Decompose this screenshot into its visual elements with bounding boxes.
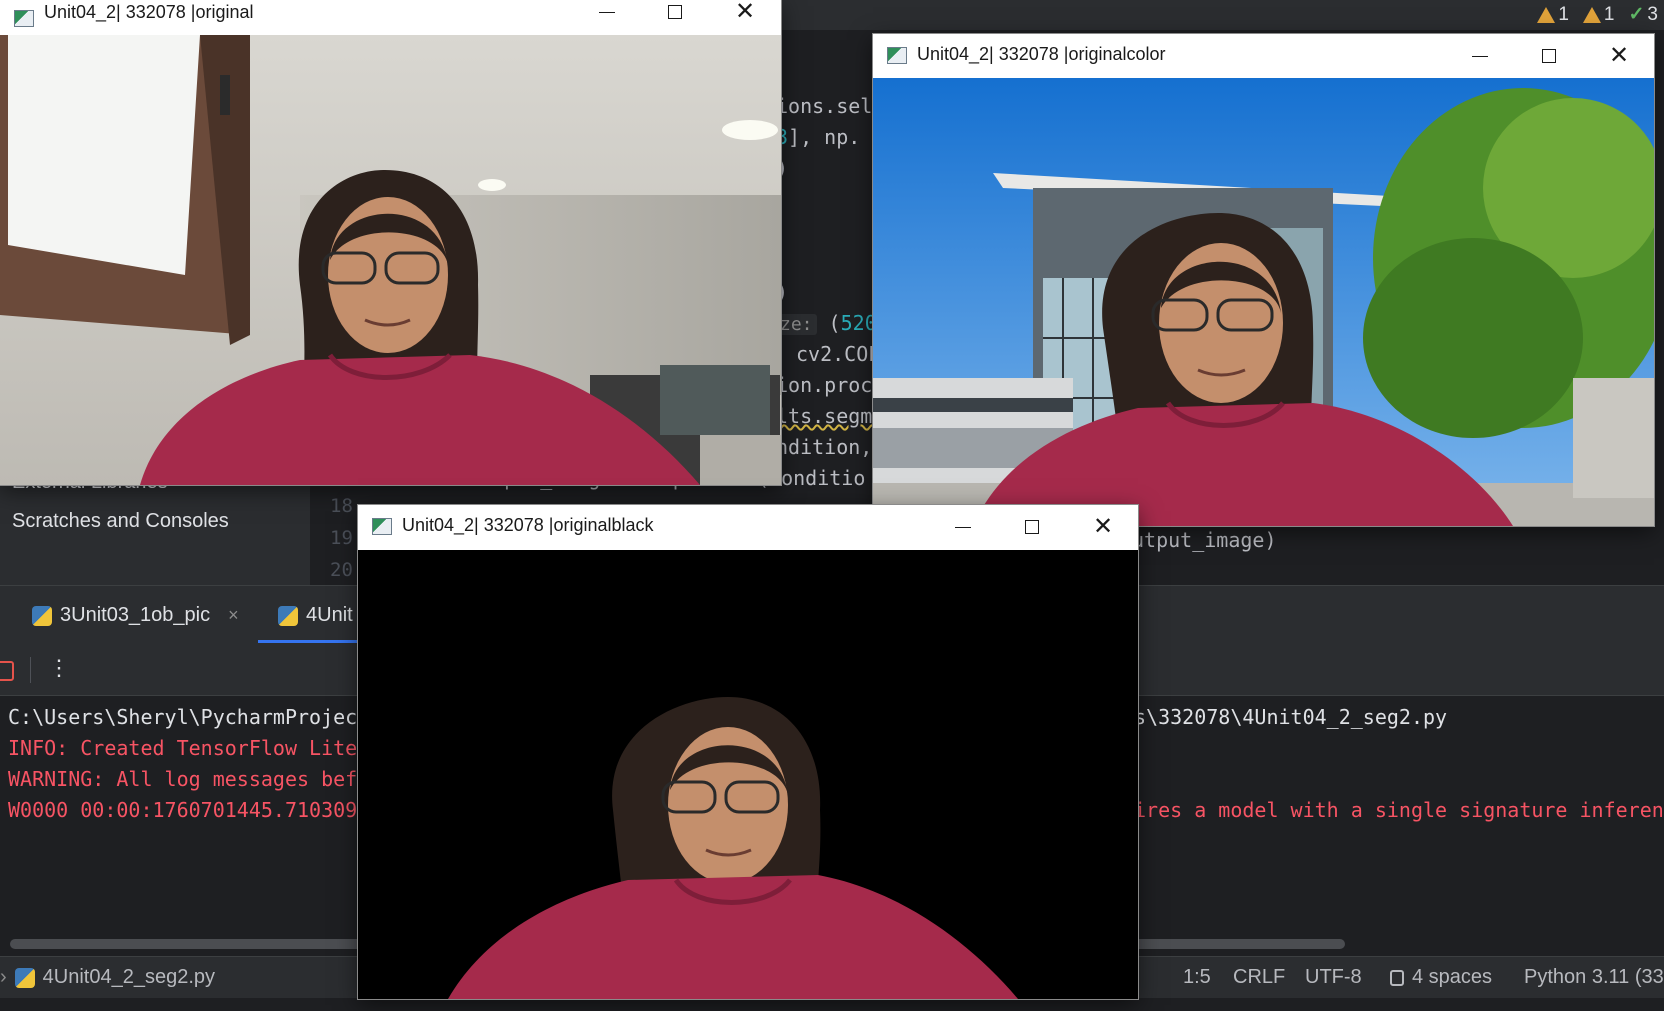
code-line: utput_image) [1132, 528, 1277, 552]
inspection-widget[interactable]: 1 1 ✓ 3 [1537, 3, 1658, 26]
segmented-image-black-background [358, 550, 1138, 999]
lock-icon [1390, 969, 1404, 986]
minimize-button[interactable] [1465, 41, 1495, 71]
minimize-icon [599, 11, 615, 13]
maximize-icon [1025, 520, 1039, 534]
more-icon[interactable]: ⋮ [48, 655, 70, 681]
code-line: ions.sel [776, 94, 873, 118]
close-icon[interactable]: × [228, 605, 239, 626]
maximize-icon [668, 5, 682, 19]
status-encoding[interactable]: UTF-8 [1305, 966, 1362, 989]
title-bar[interactable]: Unit04_2| 332078 |originalblack ✕ [358, 505, 1138, 550]
window-app-icon [14, 10, 34, 27]
window-originalblack[interactable]: Unit04_2| 332078 |originalblack ✕ [358, 505, 1138, 999]
close-button[interactable]: ✕ [730, 0, 760, 27]
window-originalcolor[interactable]: Unit04_2| 332078 |originalcolor ✕ [873, 34, 1654, 526]
minimize-icon [1472, 55, 1488, 57]
console-line: C:\Users\Sheryl\PycharmProjec [8, 705, 358, 729]
bottom-edge [0, 998, 1664, 1011]
composited-image-color-background [873, 78, 1654, 526]
line-number: 19 [330, 527, 353, 549]
warning-icon [1582, 6, 1601, 23]
title-bar[interactable]: Unit04_2| 332078 |original ✕ [0, 0, 781, 35]
console-line: W0000 00:00:1760701445.710309 [8, 798, 358, 822]
status-interpreter[interactable]: Python 3.11 (33 [1524, 966, 1664, 989]
close-icon: ✕ [734, 0, 756, 25]
status-indent[interactable]: 4 spaces [1390, 966, 1492, 989]
python-file-icon [32, 605, 52, 626]
minimize-button[interactable] [948, 512, 978, 542]
python-file-icon [278, 605, 298, 626]
stop-icon[interactable] [0, 661, 14, 681]
line-number: 18 [330, 495, 353, 517]
minimize-icon [955, 526, 971, 528]
image-canvas [358, 550, 1138, 999]
close-button[interactable]: ✕ [1604, 41, 1634, 71]
code-line: ion.proc [776, 373, 873, 397]
maximize-button[interactable] [1017, 512, 1047, 542]
console-line: ires a model with a single signature inf… [1134, 798, 1664, 822]
window-original[interactable]: Unit04_2| 332078 |original ✕ [0, 0, 781, 485]
image-canvas [0, 35, 781, 485]
warning-icon [1537, 6, 1556, 23]
run-tab-unit04[interactable]: 4Unit [278, 604, 353, 627]
check-icon: ✓ [1628, 4, 1645, 25]
code-line: ze: (520, [776, 311, 889, 335]
window-title: Unit04_2| 332078 |originalcolor [917, 44, 1166, 64]
ok-count[interactable]: ✓ 3 [1629, 3, 1659, 26]
maximize-icon [1542, 49, 1556, 63]
project-panel: External Libraries Scratches and Console… [0, 471, 310, 585]
close-button[interactable]: ✕ [1088, 512, 1118, 542]
maximize-button[interactable] [660, 0, 690, 27]
warning-count-b[interactable]: 1 [1582, 3, 1615, 26]
code-line: 3], np. [776, 125, 861, 149]
project-item-scratches[interactable]: Scratches and Consoles [12, 510, 229, 533]
status-line-separator[interactable]: CRLF [1233, 966, 1285, 989]
close-icon: ✕ [1608, 42, 1630, 69]
run-tab-unit03[interactable]: 3Unit03_1ob_pic × [32, 604, 239, 627]
code-line: ndition, [776, 435, 873, 459]
console-line: WARNING: All log messages bef [8, 767, 358, 791]
status-position[interactable]: 1:5 [1183, 966, 1211, 989]
minimize-button[interactable] [592, 0, 622, 27]
parameter-hint: ze: [776, 314, 817, 335]
code-line: cv2.COL [796, 342, 881, 366]
window-title: Unit04_2| 332078 |original [44, 2, 254, 22]
console-line: INFO: Created TensorFlow Lite [8, 736, 358, 760]
image-canvas [873, 78, 1654, 526]
window-app-icon [887, 47, 907, 64]
toolbar-divider [30, 657, 31, 683]
active-tab-indicator [258, 640, 358, 643]
code-line: lts.segm [776, 404, 873, 428]
console-line: s\332078\4Unit04_2_seg2.py [1134, 705, 1448, 729]
close-icon: ✕ [1092, 513, 1114, 540]
window-app-icon [372, 518, 392, 535]
python-file-icon [14, 967, 35, 988]
webcam-image-original [0, 35, 781, 485]
status-breadcrumb[interactable]: › 4Unit04_2_seg2.py [0, 966, 215, 989]
maximize-button[interactable] [1534, 41, 1564, 71]
line-number: 20 [330, 559, 353, 581]
warning-count-a[interactable]: 1 [1537, 3, 1569, 26]
window-title: Unit04_2| 332078 |originalblack [402, 515, 654, 535]
line-gutter: 18 19 20 [310, 485, 360, 585]
title-bar[interactable]: Unit04_2| 332078 |originalcolor ✕ [873, 34, 1654, 78]
